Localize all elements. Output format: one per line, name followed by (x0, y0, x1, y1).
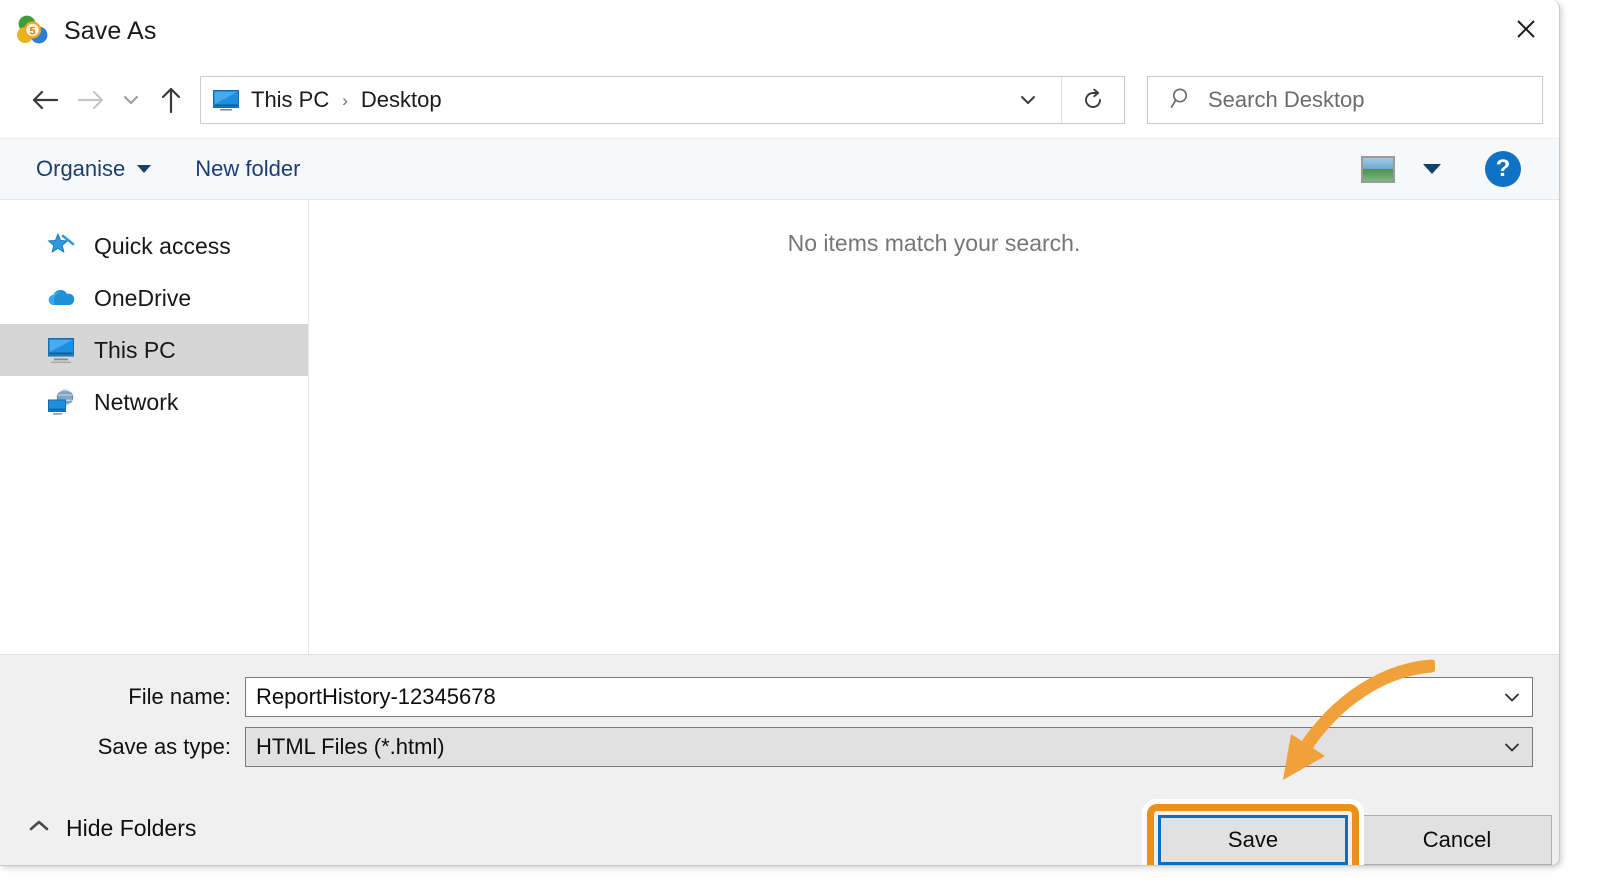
back-button[interactable] (22, 77, 68, 123)
up-arrow-icon (161, 87, 181, 114)
organise-menu-button[interactable]: Organise (36, 156, 152, 182)
forward-arrow-icon (77, 90, 104, 110)
sidebar-label: This PC (94, 336, 176, 363)
address-dropdown-button[interactable] (995, 77, 1061, 123)
sidebar-item-quick-access[interactable]: Quick access (0, 220, 308, 272)
search-box[interactable]: Search Desktop (1147, 76, 1543, 124)
sidebar-label: Network (94, 388, 179, 415)
file-name-row: File name: ReportHistory-12345678 (0, 677, 1533, 717)
recent-locations-button[interactable] (114, 77, 148, 123)
navigation-sidebar: Quick access OneDrive This PC Network (0, 200, 309, 654)
star-pin-icon (46, 232, 76, 260)
new-folder-label: New folder (195, 156, 301, 181)
recent-locations-chevron-icon (124, 96, 138, 104)
chevron-down-icon (1505, 693, 1519, 702)
hide-folders-label: Hide Folders (66, 815, 197, 841)
chevron-down-icon (137, 165, 152, 173)
breadcrumb-separator: › (342, 90, 348, 110)
sidebar-label: Quick access (94, 232, 231, 259)
file-list-area[interactable]: No items match your search. (309, 200, 1559, 654)
refresh-button[interactable] (1062, 77, 1124, 123)
save-button[interactable]: Save (1158, 815, 1348, 865)
help-button[interactable]: ? (1485, 151, 1521, 187)
save-as-type-row: Save as type: HTML Files (*.html) (0, 727, 1533, 767)
form-panel: File name: ReportHistory-12345678 Save a… (0, 654, 1559, 865)
save-as-type-label: Save as type: (97, 734, 231, 759)
organise-label: Organise (36, 156, 126, 181)
network-globe-icon (46, 388, 76, 416)
svg-text:5: 5 (29, 26, 35, 38)
sidebar-item-this-pc[interactable]: This PC (0, 324, 308, 376)
sage-app-icon: 5 (16, 14, 50, 48)
search-input[interactable]: Search Desktop (1208, 87, 1365, 113)
navigation-bar: This PC › Desktop Search Desktop (0, 62, 1559, 138)
title-bar: 5 Save As (0, 0, 1559, 62)
empty-state-message: No items match your search. (787, 230, 1081, 256)
hide-folders-button[interactable]: Hide Folders (28, 815, 196, 842)
dialog-body: Quick access OneDrive This PC Network No… (0, 200, 1559, 654)
chevron-up-icon (28, 818, 50, 839)
refresh-icon (1085, 88, 1101, 108)
new-folder-button[interactable]: New folder (195, 156, 300, 182)
file-name-dropdown-button[interactable] (1492, 687, 1532, 707)
cloud-icon (46, 284, 76, 312)
up-button[interactable] (148, 77, 194, 123)
search-icon (1170, 86, 1194, 115)
forward-button[interactable] (68, 77, 114, 123)
toolbar: Organise New folder ? (0, 138, 1559, 200)
chevron-down-icon (1021, 96, 1035, 104)
sidebar-label: OneDrive (94, 284, 192, 311)
view-options-chevron-icon[interactable] (1423, 164, 1441, 174)
sidebar-item-network[interactable]: Network (0, 376, 308, 428)
view-layout-icon[interactable] (1361, 155, 1395, 183)
file-name-input[interactable]: ReportHistory-12345678 (246, 684, 1492, 710)
this-pc-monitor-icon (213, 89, 239, 111)
file-name-combobox[interactable]: ReportHistory-12345678 (245, 677, 1533, 717)
file-name-label: File name: (128, 684, 231, 709)
breadcrumb-item-desktop[interactable]: Desktop (359, 87, 444, 113)
window-title: Save As (64, 16, 157, 45)
breadcrumb-item-this-pc[interactable]: This PC (249, 87, 331, 113)
close-button[interactable] (1493, 0, 1559, 58)
save-as-type-value: HTML Files (*.html) (256, 734, 445, 759)
save-as-type-combobox[interactable]: HTML Files (*.html) (245, 727, 1533, 767)
monitor-icon (46, 336, 76, 364)
save-label: Save (1227, 827, 1279, 852)
chevron-down-icon (1505, 743, 1519, 752)
save-as-dialog: 5 Save As This PC › Desktop Search Deskt… (0, 0, 1560, 866)
address-bar[interactable]: This PC › Desktop (200, 76, 1125, 124)
save-as-type-dropdown-button[interactable] (1492, 737, 1532, 757)
cancel-label: Cancel (1422, 827, 1492, 852)
sidebar-item-onedrive[interactable]: OneDrive (0, 272, 308, 324)
help-label: ? (1495, 155, 1511, 182)
back-arrow-icon (32, 90, 59, 110)
cancel-button[interactable]: Cancel (1362, 815, 1552, 865)
